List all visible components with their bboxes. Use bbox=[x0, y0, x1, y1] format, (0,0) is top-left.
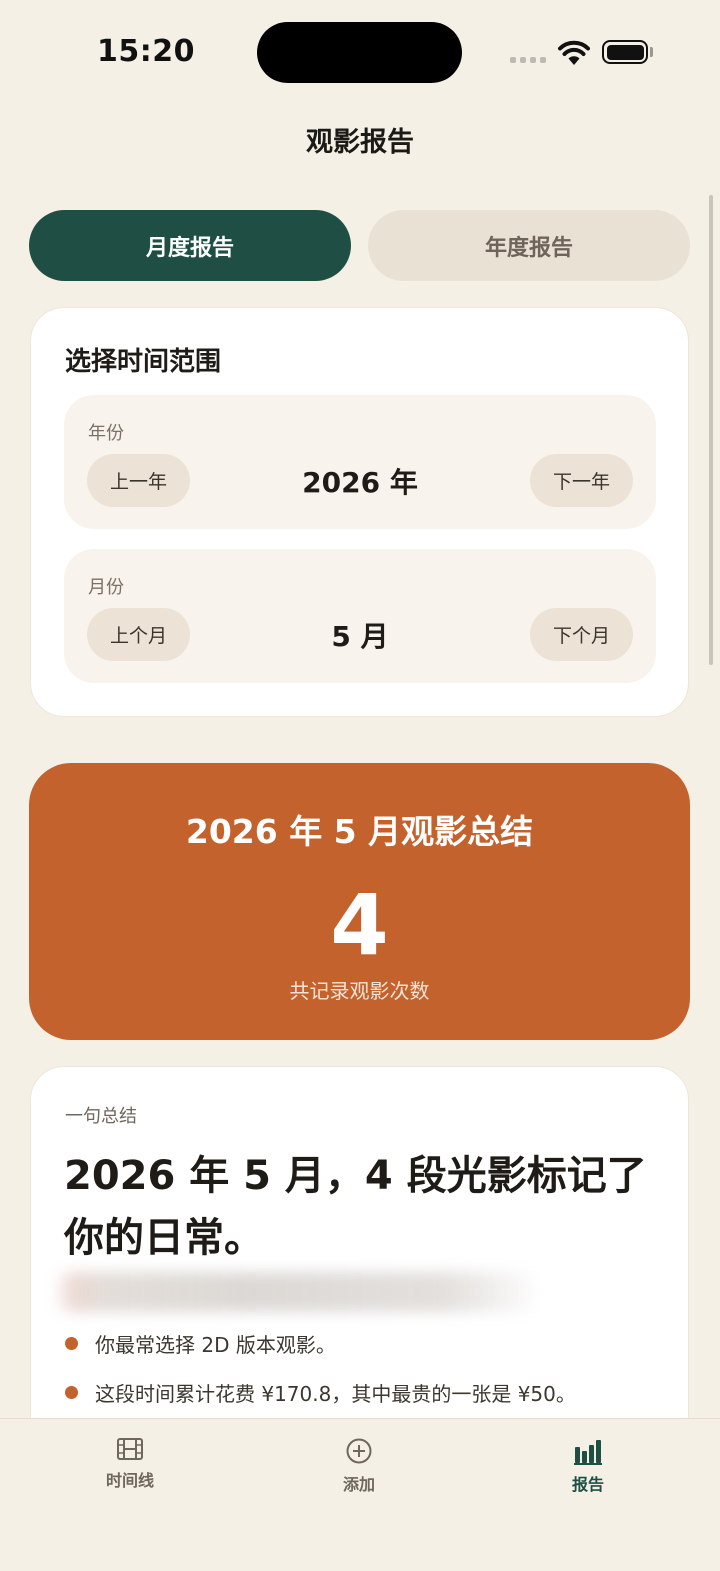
wifi-icon bbox=[558, 40, 590, 65]
month-label: 月份 bbox=[88, 577, 124, 598]
bottom-tab-bar: 时间线 添加 报告 bbox=[0, 1418, 720, 1571]
time-range-card: 选择时间范围 年份 上一年 2026 年 下一年 月份 上个月 5 月 下个月 bbox=[30, 307, 689, 717]
tab-timeline[interactable]: 时间线 bbox=[70, 1437, 190, 1491]
month-picker: 月份 上个月 5 月 下个月 bbox=[64, 549, 656, 683]
status-time: 15:20 bbox=[97, 34, 195, 69]
scrollbar[interactable] bbox=[709, 195, 713, 665]
year-label: 年份 bbox=[88, 423, 124, 444]
list-item: 你最常选择 2D 版本观影。 bbox=[65, 1329, 336, 1358]
tab-yearly-report[interactable]: 年度报告 bbox=[368, 210, 690, 281]
tab-monthly-report[interactable]: 月度报告 bbox=[29, 210, 351, 281]
bullet-dot-icon bbox=[65, 1337, 78, 1350]
bar-chart-icon bbox=[574, 1440, 602, 1465]
time-range-title: 选择时间范围 bbox=[65, 347, 222, 377]
tab-add[interactable]: 添加 bbox=[299, 1437, 419, 1495]
plus-circle-icon bbox=[346, 1438, 372, 1464]
next-year-button[interactable]: 下一年 bbox=[530, 454, 633, 507]
summary-headline: 2026 年 5 月，4 段光影标记了你的日常。 bbox=[64, 1153, 647, 1261]
tab-timeline-label: 时间线 bbox=[105, 1471, 154, 1490]
page-title: 观影报告 bbox=[306, 127, 414, 158]
summary-title: 2026 年 5 月观影总结 bbox=[185, 812, 534, 851]
tab-report[interactable]: 报告 bbox=[528, 1437, 648, 1495]
dynamic-island bbox=[257, 22, 462, 83]
one-line-summary-label: 一句总结 bbox=[65, 1106, 137, 1127]
battery-tip bbox=[650, 47, 653, 57]
tab-report-label: 报告 bbox=[571, 1475, 604, 1494]
tab-add-label: 添加 bbox=[342, 1475, 375, 1494]
app-screen: 15:20 观影报告 月度报告 年度报告 选择时间范围 年份 上一年 2026 … bbox=[0, 0, 720, 1571]
blurred-text-line bbox=[53, 1272, 543, 1312]
viewing-count: 4 bbox=[330, 876, 389, 974]
list-item: 这段时间累计花费 ¥170.8，其中最贵的一张是 ¥50。 bbox=[65, 1378, 576, 1407]
monthly-summary-card: 2026 年 5 月观影总结 4 共记录观影次数 bbox=[29, 763, 690, 1040]
cellular-signal-icon bbox=[510, 57, 546, 63]
film-icon bbox=[117, 1438, 143, 1460]
list-item-text: 你最常选择 2D 版本观影。 bbox=[95, 1333, 336, 1357]
viewing-count-caption: 共记录观影次数 bbox=[289, 979, 430, 1003]
battery-icon bbox=[602, 40, 648, 64]
list-item-text: 这段时间累计花费 ¥170.8，其中最贵的一张是 ¥50。 bbox=[95, 1382, 576, 1406]
bullet-dot-icon bbox=[65, 1386, 78, 1399]
next-month-button[interactable]: 下个月 bbox=[530, 608, 633, 661]
year-picker: 年份 上一年 2026 年 下一年 bbox=[64, 395, 656, 529]
